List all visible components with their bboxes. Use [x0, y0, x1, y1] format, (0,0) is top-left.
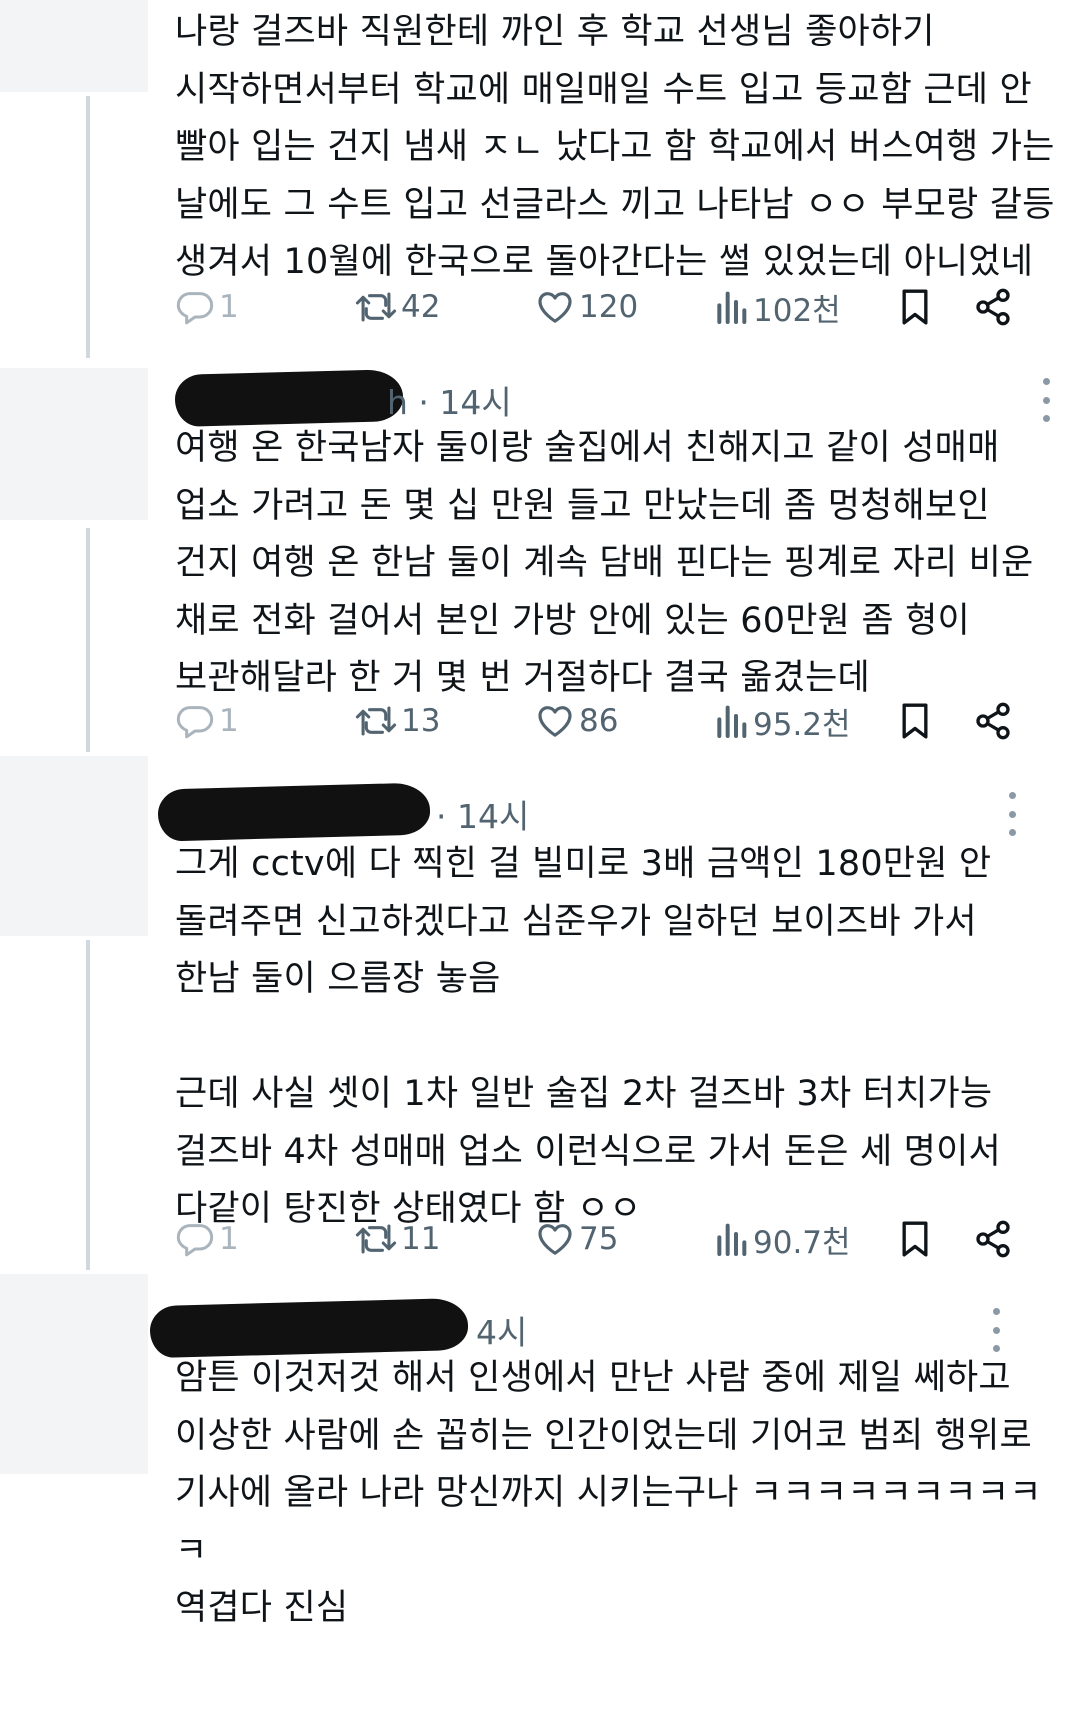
repost-count: 42	[401, 289, 441, 325]
more-icon[interactable]	[1037, 378, 1055, 422]
repost-button[interactable]: 11	[355, 1214, 440, 1264]
like-count: 120	[579, 289, 639, 325]
more-icon[interactable]	[1003, 792, 1021, 836]
repost-icon	[355, 701, 397, 741]
views-icon	[713, 287, 749, 327]
reply-count: 1	[219, 703, 239, 739]
views-icon	[713, 1219, 749, 1259]
reply-icon	[175, 287, 215, 327]
redacted-author-name	[174, 369, 404, 427]
views-button[interactable]: 90.7천	[713, 1214, 851, 1264]
share-icon	[973, 1219, 1013, 1259]
bookmark-button[interactable]	[897, 1214, 933, 1264]
share-button[interactable]	[973, 282, 1013, 332]
repost-count: 13	[401, 703, 441, 739]
post-meta: 4시	[476, 1313, 528, 1352]
views-button[interactable]: 95.2천	[713, 696, 851, 746]
reply-icon	[175, 701, 215, 741]
share-button[interactable]	[973, 1214, 1013, 1264]
thread-connector-line	[86, 940, 90, 1270]
avatar-placeholder	[0, 368, 148, 520]
like-button[interactable]: 86	[535, 696, 618, 746]
reply-icon	[175, 1219, 215, 1259]
views-count: 90.7천	[753, 1224, 851, 1261]
repost-button[interactable]: 42	[355, 282, 440, 332]
post-actions: 1 11 75 90.7천	[175, 1214, 1035, 1264]
avatar-placeholder	[0, 1274, 148, 1474]
reply-count: 1	[219, 1221, 239, 1257]
views-count: 95.2천	[753, 706, 851, 743]
post-meta: h · 14시	[387, 383, 512, 422]
repost-icon	[355, 1219, 397, 1259]
reply-button[interactable]: 1	[175, 1214, 239, 1264]
post-meta: · 14시	[436, 797, 530, 836]
heart-icon	[535, 701, 575, 741]
reply-count: 1	[219, 289, 239, 325]
bookmark-button[interactable]	[897, 696, 933, 746]
share-icon	[973, 287, 1013, 327]
views-count: 102천	[753, 292, 841, 329]
heart-icon	[535, 287, 575, 327]
bookmark-button[interactable]	[897, 282, 933, 332]
like-count: 86	[579, 703, 619, 739]
avatar-placeholder	[0, 0, 148, 92]
post-actions: 1 13 86 95.2천	[175, 696, 1035, 746]
reply-button[interactable]: 1	[175, 282, 239, 332]
reply-button[interactable]: 1	[175, 696, 239, 746]
share-icon	[973, 701, 1013, 741]
redacted-author-name	[157, 782, 431, 842]
post-text: 나랑 걸즈바 직원한테 까인 후 학교 선생님 좋아하기 시작하면서부터 학교에…	[175, 12, 1055, 282]
repost-button[interactable]: 13	[355, 696, 440, 746]
repost-count: 11	[401, 1221, 441, 1257]
bookmark-icon	[897, 701, 933, 741]
heart-icon	[535, 1219, 575, 1259]
like-button[interactable]: 120	[535, 282, 638, 332]
bookmark-icon	[897, 287, 933, 327]
bookmark-icon	[897, 1219, 933, 1259]
post-text: 암튼 이것저것 해서 인생에서 만난 사람 중에 제일 쎄하고 이상한 사람에 …	[175, 1358, 1042, 1628]
post-actions: 1 42 120 102천	[175, 282, 1035, 332]
like-button[interactable]: 75	[535, 1214, 618, 1264]
like-count: 75	[579, 1221, 619, 1257]
post-text: 그게 cctv에 다 찍힌 걸 빌미로 3배 금액인 180만원 안 돌려주면 …	[175, 844, 1001, 1229]
views-button[interactable]: 102천	[713, 282, 841, 332]
views-icon	[713, 701, 749, 741]
share-button[interactable]	[973, 696, 1013, 746]
post-text: 여행 온 한국남자 둘이랑 술집에서 친해지고 같이 성매매 업소 가려고 돈 …	[175, 428, 1034, 698]
avatar-placeholder	[0, 756, 148, 936]
thread-connector-line	[86, 96, 90, 358]
repost-icon	[355, 287, 397, 327]
more-icon[interactable]	[987, 1308, 1005, 1352]
thread-connector-line	[86, 528, 90, 752]
